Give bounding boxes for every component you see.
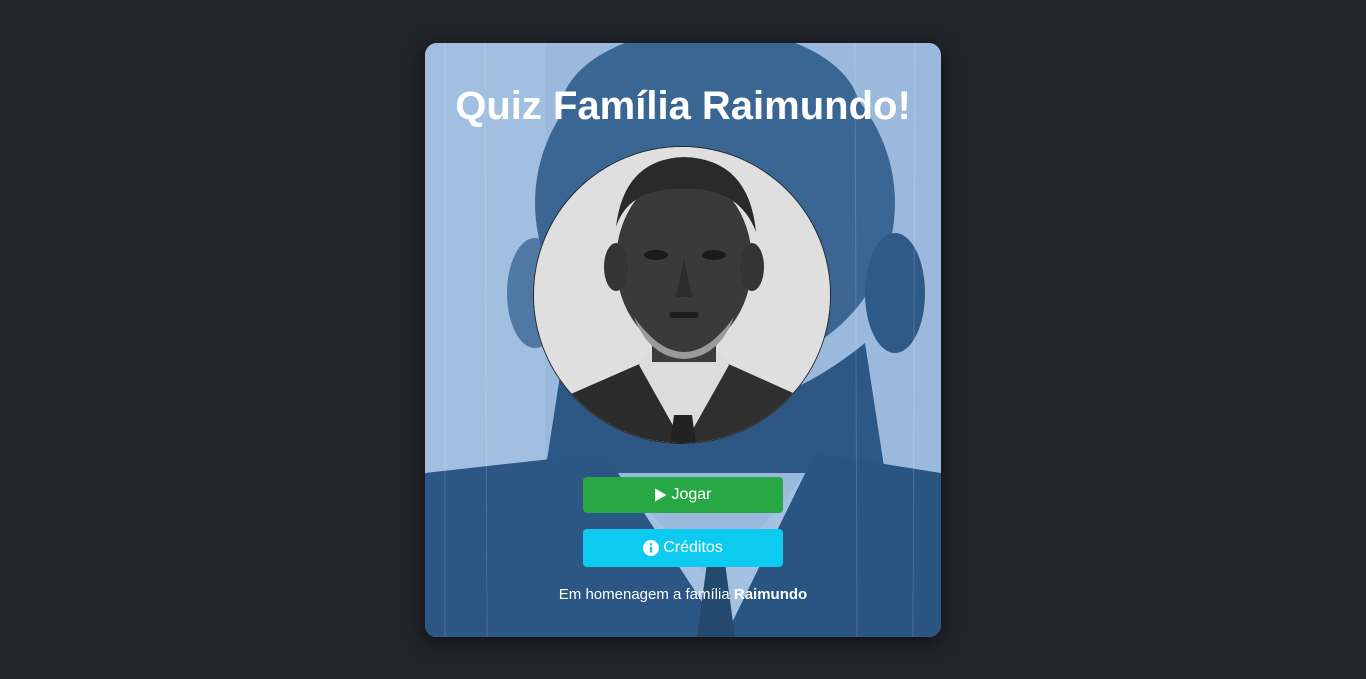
play-button[interactable]: Jogar — [583, 477, 783, 513]
play-icon — [654, 488, 667, 502]
portrait-photo — [533, 146, 831, 444]
dedication-prefix: Em homenagem a família — [558, 586, 730, 603]
quiz-card: Quiz Família Raimundo! Jogar Créditos Em… — [425, 43, 941, 637]
credits-button-label: Créditos — [663, 539, 723, 556]
info-circle-icon — [643, 540, 660, 556]
dedication-text: Em homenagem a família Raimundo — [425, 585, 941, 605]
credits-button[interactable]: Créditos — [583, 529, 783, 567]
family-name: Raimundo — [733, 586, 808, 603]
page-title: Quiz Família Raimundo! — [455, 84, 911, 128]
play-button-label: Jogar — [671, 486, 712, 503]
